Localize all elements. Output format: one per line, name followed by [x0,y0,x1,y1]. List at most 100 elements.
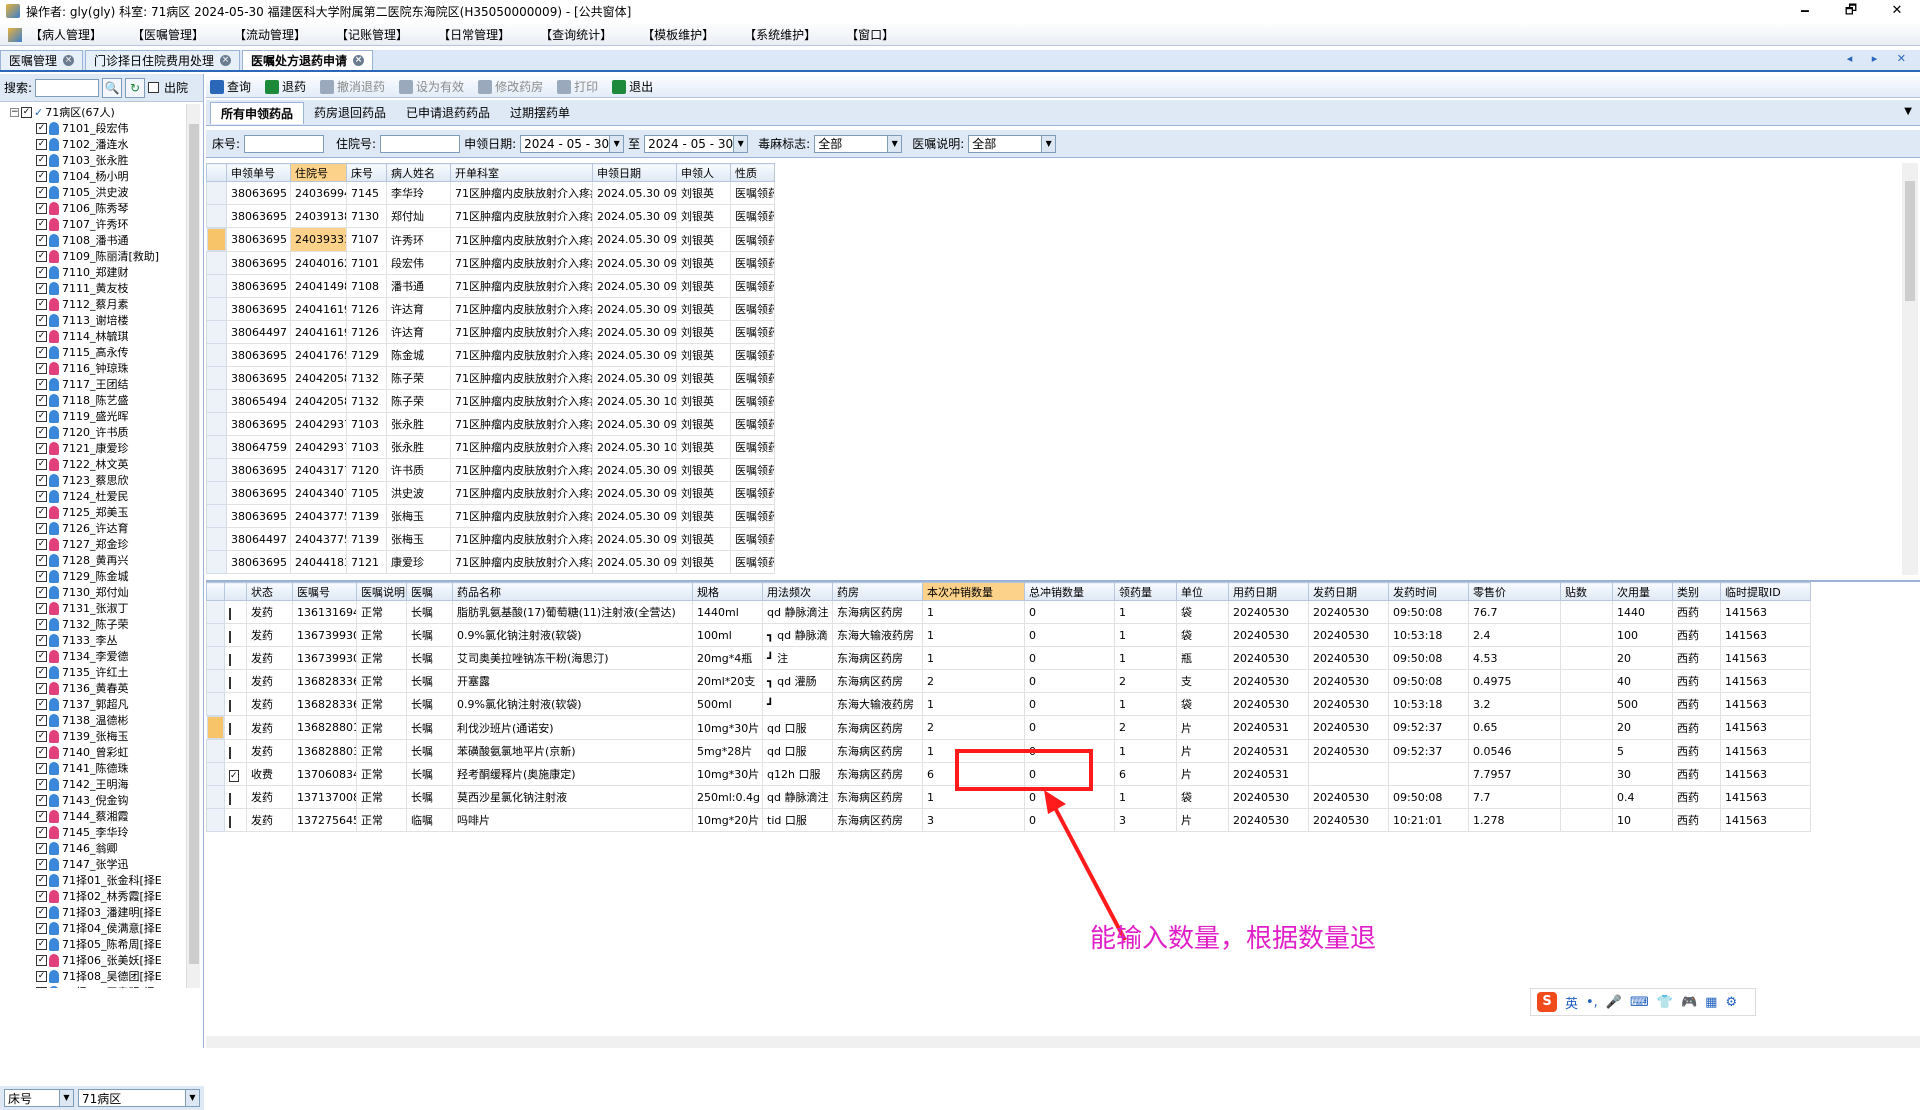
inpatient-input[interactable] [380,134,461,153]
tree-patient-item[interactable]: ✓ 7143_倪金钩 [0,792,186,808]
subtab-1[interactable]: 药房退回药品 [304,102,396,124]
table-cell[interactable]: qd 静脉滴注 [762,600,833,624]
table-cell[interactable]: 7107 [346,227,387,252]
table-cell[interactable]: 10 [1612,808,1673,832]
table-cell[interactable]: 10:53:18 [1388,692,1469,716]
table-cell[interactable]: 20240531 [1228,715,1309,740]
table-cell[interactable]: 7121 [346,550,387,574]
patient-checkbox[interactable]: ✓ [36,746,47,758]
table-cell[interactable]: 1 [922,600,1025,624]
table-cell[interactable]: 医嘱领药 [730,435,775,459]
table-row[interactable]: 38065494240420587132陈子荣71区肿瘤内皮肤放射介入疼痛科20… [206,389,775,413]
row-checkbox[interactable] [229,723,231,735]
table-cell[interactable]: 医嘱领药 [730,481,775,505]
patient-checkbox[interactable]: ✓ [36,554,47,566]
column-header[interactable]: 贴数 [1560,582,1613,601]
column-header[interactable]: 规格 [692,582,763,601]
column-header[interactable]: 开单科室 [450,163,593,182]
table-cell[interactable]: 2024.05.30 09:10 [592,204,677,228]
table-cell[interactable]: 10:21:01 [1388,808,1469,832]
table-cell[interactable]: 500 [1612,692,1673,716]
patient-checkbox[interactable]: ✓ [36,122,47,134]
table-cell[interactable]: 24039331 [290,227,347,252]
patient-checkbox[interactable]: ✓ [36,490,47,502]
table-cell[interactable]: 长嘱 [406,692,453,716]
table-cell[interactable]: 38063695 [226,251,291,275]
table-cell[interactable]: 正常 [356,646,407,670]
tree-patient-item[interactable]: ✓ 7123_蔡思欣 [0,472,186,488]
table-row[interactable]: 发药 137275645 正常 临嘱 吗啡片 10mg*20片 tid 口服 东海病区药房 3 0… [206,808,1811,832]
table-cell[interactable]: 38063695 [226,504,291,528]
table-row[interactable]: 38063695240434077105洪史波71区肿瘤内皮肤放射介入疼痛科20… [206,481,775,505]
table-cell[interactable]: 刘银英 [676,320,731,344]
table-cell[interactable]: 医嘱领药 [730,550,775,574]
date-from-picker[interactable]: 2024 - 05 - 30 ▼ [520,134,625,153]
tree-root[interactable]: − ✓ ✓ 71病区(67人) [0,104,186,120]
row-checkbox-cell[interactable] [224,739,247,763]
patient-checkbox[interactable]: ✓ [36,330,47,342]
patient-checkbox[interactable]: ✓ [36,842,47,854]
table-cell[interactable]: 医嘱领药 [730,343,775,367]
table-cell[interactable]: 20240530 [1308,715,1389,740]
tree-patient-item[interactable]: ✓ 7106_陈秀琴 [0,200,186,216]
tree-patient-item[interactable]: ✓ 71择05_陈希周[择E [0,936,186,952]
column-header[interactable]: 临时提取ID [1720,582,1811,601]
patient-checkbox[interactable]: ✓ [36,394,47,406]
table-cell[interactable]: 7139 [346,527,387,551]
table-row[interactable]: 38063695240416197126许达育71区肿瘤内皮肤放射介入疼痛科20… [206,297,775,321]
row-checkbox[interactable]: ✓ [229,769,239,782]
patient-checkbox[interactable]: ✓ [36,314,47,326]
patient-checkbox[interactable]: ✓ [36,730,47,742]
patient-checkbox[interactable]: ✓ [36,650,47,662]
field-select[interactable]: 床号 ▼ [4,1089,74,1107]
table-cell[interactable]: ┛ [762,692,833,716]
tree-patient-item[interactable]: ✓ 7121_康爱珍 [0,440,186,456]
tree-patient-item[interactable]: ✓ 7130_郑付灿 [0,584,186,600]
menu-item-1[interactable]: 【医嘱管理】 [132,26,204,43]
tree-patient-item[interactable]: ✓ 7116_钟琼珠 [0,360,186,376]
subtab-0[interactable]: 所有申领药品 [210,101,305,124]
table-cell[interactable]: 7105 [346,481,387,505]
table-cell[interactable]: 潘书通 [386,274,451,298]
table-cell[interactable]: 24042058 [290,366,347,390]
print-button[interactable]: 打印 [557,78,598,95]
table-cell[interactable]: 30 [1612,762,1673,786]
table-row[interactable]: 38063695240441837121康爱珍71区肿瘤内皮肤放射介入疼痛科20… [206,550,775,574]
table-cell[interactable]: 0.9%氯化钠注射液(软袋) [452,623,693,647]
column-header[interactable]: 零售价 [1468,582,1561,601]
close-icon[interactable]: × [353,55,365,66]
table-row[interactable]: 38063695240437757139张梅玉71区肿瘤内皮肤放射介入疼痛科20… [206,504,775,528]
tree-patient-item[interactable]: ✓ 71择06_张美妖[择E [0,952,186,968]
menu-item-2[interactable]: 【流动管理】 [234,26,306,43]
patient-checkbox[interactable]: ✓ [36,698,47,710]
table-cell[interactable]: 艾司奥美拉唑钠冻干粉(海思汀) [452,646,693,670]
table-cell[interactable]: 1 [1114,600,1177,624]
tree-patient-item[interactable]: ✓ 7145_李华玲 [0,824,186,840]
column-header[interactable]: 药品名称 [452,582,693,601]
table-cell[interactable]: 李华玲 [386,181,451,205]
table-cell[interactable]: 西药 [1672,669,1721,693]
tree-patient-item[interactable]: ✓ 7136_黄春英 [0,680,186,696]
menu-item-6[interactable]: 【模板维护】 [642,26,714,43]
row-checkbox-cell[interactable]: ✓ [224,762,247,786]
table-cell[interactable]: 71区肿瘤内皮肤放射介入疼痛科 [450,504,593,528]
table-cell[interactable] [1560,600,1613,624]
table-cell[interactable]: 136828803 [292,739,357,763]
chevron-down-icon[interactable]: ▼ [1904,106,1912,117]
table-cell[interactable]: 1440 [1612,600,1673,624]
note-select[interactable]: 全部 ▼ [968,134,1057,153]
table-cell[interactable]: 0.4 [1612,785,1673,809]
table-cell[interactable]: 1 [922,646,1025,670]
table-cell[interactable]: 西药 [1672,808,1721,832]
table-cell[interactable]: 袋 [1176,785,1229,809]
table-cell[interactable]: 09:52:37 [1388,739,1469,763]
table-cell[interactable]: 100 [1612,623,1673,647]
table-cell[interactable]: 发药 [246,692,293,716]
tab-0[interactable]: 医嘱管理 × [0,50,84,70]
menu-item-3[interactable]: 【记账管理】 [336,26,408,43]
patient-checkbox[interactable]: ✓ [36,202,47,214]
table-cell[interactable]: 71区肿瘤内皮肤放射介入疼痛科 [450,435,593,459]
table-cell[interactable]: 刘银英 [676,550,731,574]
table-cell[interactable]: 0 [1024,600,1115,624]
patient-checkbox[interactable]: ✓ [36,682,47,694]
